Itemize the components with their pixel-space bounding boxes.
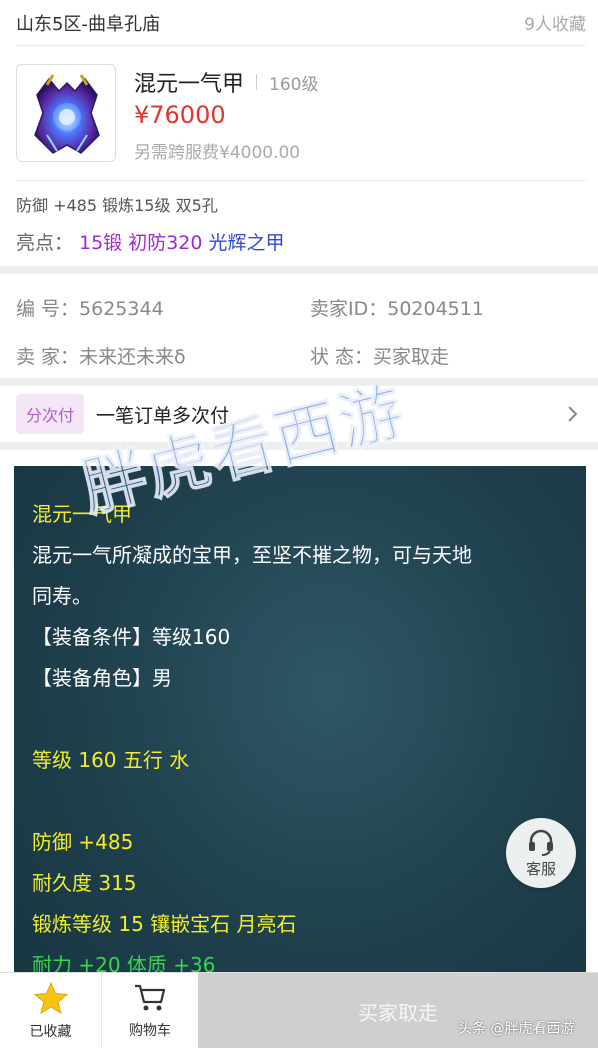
- listing-id-label: 编 号：: [16, 298, 80, 320]
- description-section: 混元一气甲 混元一气所凝成的宝甲，至坚不摧之物，可与天地 同寿。 【装备条件】等…: [0, 450, 598, 1026]
- listing-id: 编 号：5625344: [16, 294, 164, 321]
- item-card: 山东5区-曲阜孔庙 9人收藏 混元一气甲 160级 ¥76000 另需跨服费¥4…: [0, 0, 598, 266]
- seller-value: 未来还未来δ: [79, 346, 186, 368]
- credit-text: 头条 @胖虎看西游: [458, 1021, 575, 1037]
- favorite-button[interactable]: 已收藏: [0, 973, 102, 1048]
- item-attributes: 防御 +485 锻炼15级 双5孔: [16, 196, 218, 215]
- desc-text: 同寿。: [32, 584, 92, 608]
- installment-row[interactable]: 分次付 一笔订单多次付: [0, 386, 598, 442]
- status: 状 态：买家取走: [310, 342, 449, 369]
- status-label: 状 态：: [310, 346, 374, 368]
- highlight-tag: 初防320: [128, 232, 203, 254]
- desc-refine: 锻炼等级 15 镶嵌宝石 月亮石: [32, 912, 297, 936]
- item-description: 混元一气甲 混元一气所凝成的宝甲，至坚不摧之物，可与天地 同寿。 【装备条件】等…: [14, 466, 586, 1026]
- seller-id-label: 卖家ID：: [310, 298, 388, 320]
- headset-icon: [529, 829, 553, 856]
- item-name: 混元一气甲: [134, 72, 245, 97]
- status-value: 买家取走: [373, 346, 450, 368]
- server-name: 山东5区-曲阜孔庙: [16, 13, 160, 35]
- info-card: 编 号：5625344 卖家ID：50204511 卖 家：未来还未来δ 状 态…: [0, 274, 598, 378]
- cart-icon: [135, 984, 166, 1011]
- seller-id-value: 50204511: [387, 298, 484, 320]
- divider: [16, 180, 586, 181]
- favorite-label: 已收藏: [29, 1024, 72, 1040]
- seller-label: 卖 家：: [16, 346, 80, 368]
- cart-label: 购物车: [129, 1023, 171, 1039]
- armor-icon[interactable]: [16, 64, 116, 162]
- item-level: 160级: [269, 74, 319, 95]
- seller-id: 卖家ID：50204511: [310, 294, 484, 321]
- separator: [256, 74, 258, 90]
- customer-service-label: 客服: [525, 859, 556, 878]
- server-row: 山东5区-曲阜孔庙 9人收藏: [16, 0, 586, 46]
- item-price: ¥76000: [134, 101, 226, 129]
- listing-id-value: 5625344: [79, 298, 164, 320]
- highlights: 亮点： 15锻 初防320 光辉之甲: [16, 228, 284, 255]
- highlight-tag: 15锻: [79, 232, 123, 254]
- cross-server-fee: 另需跨服费¥4000.00: [134, 143, 301, 163]
- desc-title: 混元一气甲: [32, 502, 132, 526]
- highlight-tag: 光辉之甲: [208, 232, 285, 254]
- desc-level-element: 等级 160 五行 水: [32, 748, 190, 772]
- installment-text: 一笔订单多次付: [96, 404, 230, 427]
- customer-service-button[interactable]: 客服: [506, 818, 576, 888]
- star-icon: [33, 981, 68, 1015]
- desc-durability: 耐久度 315: [32, 871, 137, 895]
- seller: 卖 家：未来还未来δ: [16, 342, 186, 369]
- favorite-count: 9人收藏: [524, 15, 586, 35]
- desc-defense: 防御 +485: [32, 830, 134, 854]
- desc-req-level: 【装备条件】等级160: [32, 625, 231, 649]
- cart-button[interactable]: 购物车: [102, 973, 198, 1048]
- highlights-label: 亮点：: [16, 232, 74, 254]
- installment-badge: 分次付: [16, 394, 85, 434]
- chevron-right-icon: [568, 406, 578, 422]
- item-title-row: 混元一气甲 160级: [134, 66, 318, 98]
- desc-text: 混元一气所凝成的宝甲，至坚不摧之物，可与天地: [32, 543, 472, 567]
- desc-req-role: 【装备角色】男: [32, 666, 172, 690]
